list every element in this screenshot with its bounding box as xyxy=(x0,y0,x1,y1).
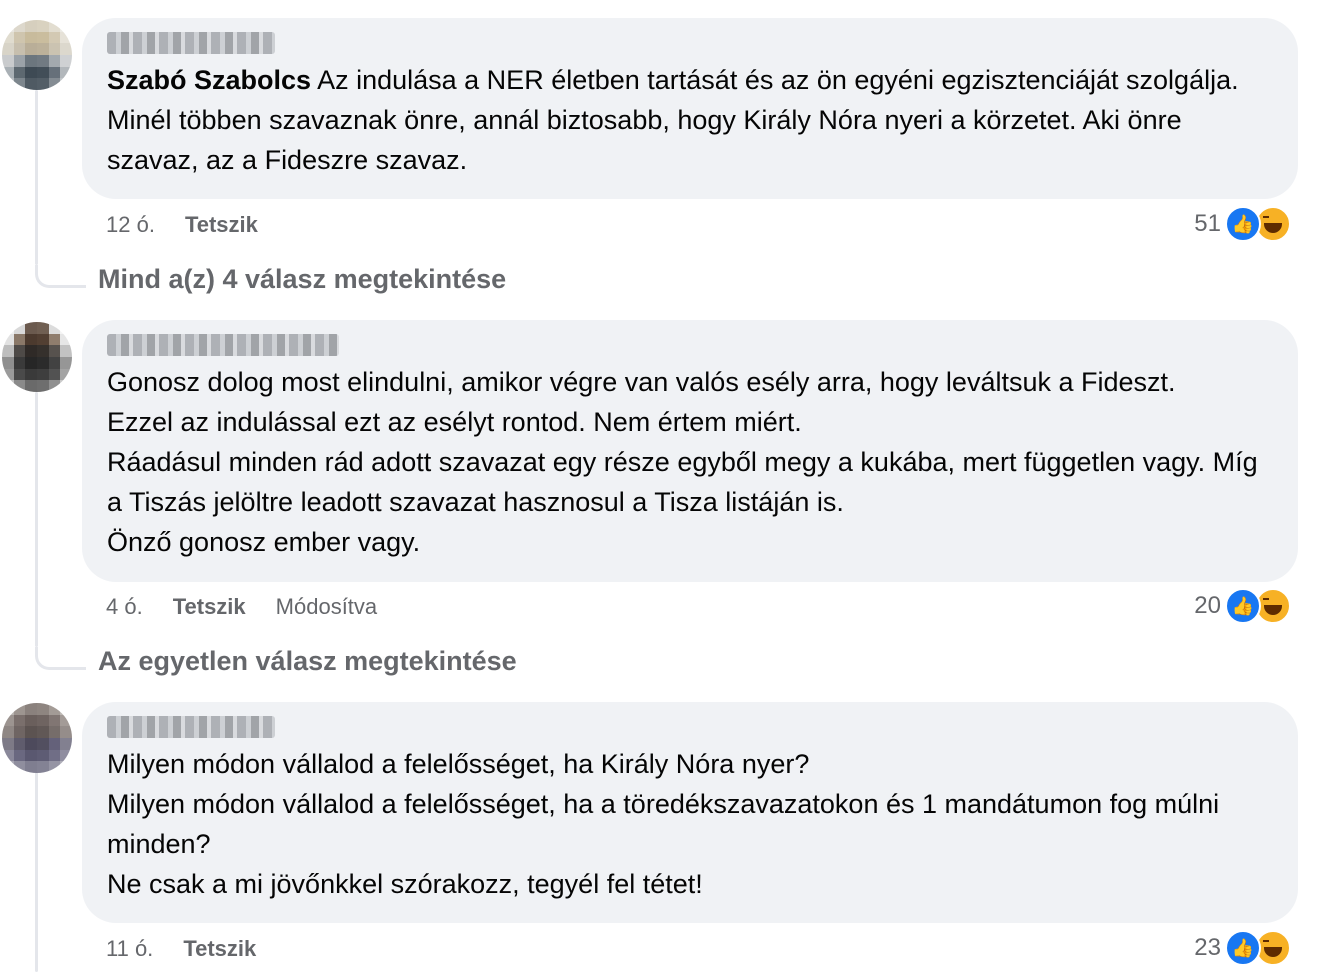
comment-bubble: Gonosz dolog most elindulni, amikor végr… xyxy=(82,320,1298,582)
like-button[interactable]: Tetszik xyxy=(185,212,258,238)
comment-body: Milyen módon vállalod a felelősséget, ha… xyxy=(107,749,1220,899)
reaction-count: 51 xyxy=(1194,210,1221,237)
comment-body: Gonosz dolog most elindulni, amikor végr… xyxy=(107,367,1258,557)
reaction-summary[interactable]: 23 👍 xyxy=(1194,930,1291,966)
comment-actions: 4 ó. Tetszik Módosítva xyxy=(106,594,377,620)
comment-time[interactable]: 12 ó. xyxy=(106,212,155,238)
comment-bubble: Milyen módon vállalod a felelősséget, ha… xyxy=(82,702,1298,923)
like-icon: 👍 xyxy=(1225,206,1261,242)
reaction-count: 23 xyxy=(1194,934,1221,961)
view-replies-link[interactable]: Mind a(z) 4 válasz megtekintése xyxy=(98,264,506,295)
mention-link[interactable]: Szabó Szabolcs xyxy=(107,65,311,95)
comment-bubble: Szabó Szabolcs Az indulása a NER életben… xyxy=(82,18,1298,199)
blurred-avatar-image xyxy=(2,20,72,90)
blurred-avatar-image xyxy=(2,703,72,773)
comment-text: Szabó Szabolcs Az indulása a NER életben… xyxy=(107,60,1274,180)
avatar[interactable] xyxy=(2,703,72,773)
thread-branch xyxy=(35,647,86,670)
avatar[interactable] xyxy=(2,322,72,392)
blurred-author-name[interactable] xyxy=(107,32,275,54)
blurred-author-name[interactable] xyxy=(107,716,275,738)
like-button[interactable]: Tetszik xyxy=(183,936,256,962)
avatar[interactable] xyxy=(2,20,72,90)
comment-actions: 11 ó. Tetszik xyxy=(106,936,256,962)
reaction-summary[interactable]: 51 👍 xyxy=(1194,206,1291,242)
view-replies-link[interactable]: Az egyetlen válasz megtekintése xyxy=(98,646,517,677)
thread-branch xyxy=(35,265,86,288)
like-button[interactable]: Tetszik xyxy=(173,594,246,620)
reaction-summary[interactable]: 20 👍 xyxy=(1194,588,1291,624)
edited-label[interactable]: Módosítva xyxy=(276,594,378,620)
like-icon: 👍 xyxy=(1225,930,1261,966)
blurred-author-name[interactable] xyxy=(107,334,339,356)
reaction-count: 20 xyxy=(1194,592,1221,619)
thread-line xyxy=(35,90,38,265)
comment-time[interactable]: 11 ó. xyxy=(106,936,153,962)
thread-line xyxy=(35,772,38,972)
blurred-avatar-image xyxy=(2,322,72,392)
comment-actions: 12 ó. Tetszik xyxy=(106,212,258,238)
comment-time[interactable]: 4 ó. xyxy=(106,594,143,620)
like-icon: 👍 xyxy=(1225,588,1261,624)
thread-line xyxy=(35,392,38,647)
